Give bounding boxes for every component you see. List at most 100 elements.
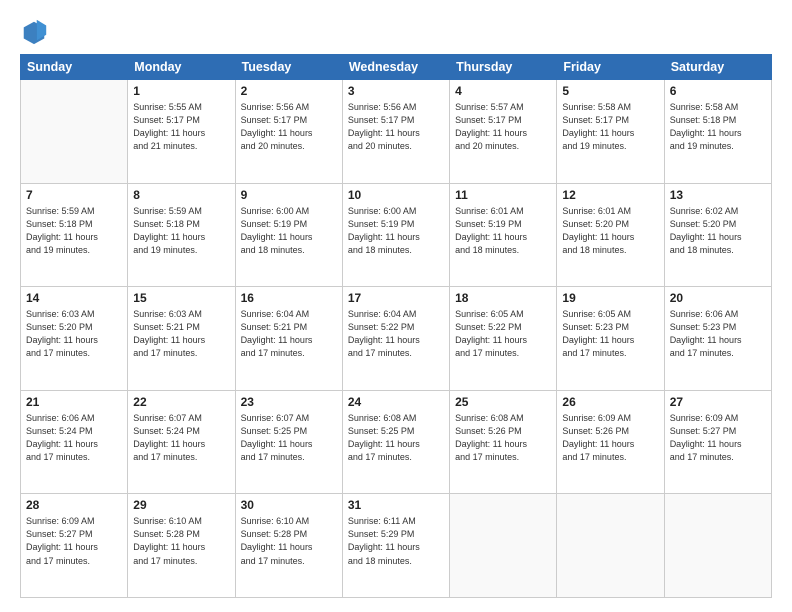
calendar-cell: 7 Sunrise: 5:59 AM Sunset: 5:18 PM Daylig… — [21, 183, 128, 287]
calendar-cell — [21, 80, 128, 184]
day-info: Sunrise: 6:03 AM Sunset: 5:21 PM Dayligh… — [133, 308, 229, 360]
day-info: Sunrise: 6:04 AM Sunset: 5:22 PM Dayligh… — [348, 308, 444, 360]
day-number: 5 — [562, 84, 658, 98]
calendar-cell: 1 Sunrise: 5:55 AM Sunset: 5:17 PM Daylig… — [128, 80, 235, 184]
col-header-monday: Monday — [128, 55, 235, 80]
day-number: 9 — [241, 188, 337, 202]
day-info: Sunrise: 6:09 AM Sunset: 5:27 PM Dayligh… — [26, 515, 122, 567]
day-info: Sunrise: 6:09 AM Sunset: 5:26 PM Dayligh… — [562, 412, 658, 464]
day-number: 24 — [348, 395, 444, 409]
calendar-cell: 26 Sunrise: 6:09 AM Sunset: 5:26 PM Dayli… — [557, 390, 664, 494]
calendar-cell: 4Sunrise: 5:57 AM Sunset: 5:17 PM Daylig… — [450, 80, 557, 184]
day-number: 15 — [133, 291, 229, 305]
calendar-cell: 27 Sunrise: 6:09 AM Sunset: 5:27 PM Dayli… — [664, 390, 771, 494]
day-number: 13 — [670, 188, 766, 202]
day-number: 18 — [455, 291, 551, 305]
day-number: 27 — [670, 395, 766, 409]
day-info: Sunrise: 6:04 AM Sunset: 5:21 PM Dayligh… — [241, 308, 337, 360]
week-row-4: 21 Sunrise: 6:06 AM Sunset: 5:24 PM Dayli… — [21, 390, 772, 494]
col-header-thursday: Thursday — [450, 55, 557, 80]
calendar-cell: 6 Sunrise: 5:58 AM Sunset: 5:18 PM Daylig… — [664, 80, 771, 184]
calendar-cell: 22Sunrise: 6:07 AM Sunset: 5:24 PM Dayli… — [128, 390, 235, 494]
day-info: Sunrise: 6:01 AM Sunset: 5:20 PM Dayligh… — [562, 205, 658, 257]
day-info: Sunrise: 5:59 AM Sunset: 5:18 PM Dayligh… — [26, 205, 122, 257]
day-info: Sunrise: 6:00 AM Sunset: 5:19 PM Dayligh… — [241, 205, 337, 257]
day-number: 1 — [133, 84, 229, 98]
calendar-cell: 9 Sunrise: 6:00 AM Sunset: 5:19 PM Daylig… — [235, 183, 342, 287]
day-number: 29 — [133, 498, 229, 512]
calendar-cell: 14 Sunrise: 6:03 AM Sunset: 5:20 PM Dayli… — [21, 287, 128, 391]
calendar-cell: 18 Sunrise: 6:05 AM Sunset: 5:22 PM Dayli… — [450, 287, 557, 391]
day-number: 19 — [562, 291, 658, 305]
day-number: 6 — [670, 84, 766, 98]
calendar-header-row: SundayMondayTuesdayWednesdayThursdayFrid… — [21, 55, 772, 80]
calendar-cell: 15 Sunrise: 6:03 AM Sunset: 5:21 PM Dayli… — [128, 287, 235, 391]
day-number: 22 — [133, 395, 229, 409]
calendar-cell: 24 Sunrise: 6:08 AM Sunset: 5:25 PM Dayli… — [342, 390, 449, 494]
day-info: Sunrise: 6:00 AM Sunset: 5:19 PM Dayligh… — [348, 205, 444, 257]
col-header-wednesday: Wednesday — [342, 55, 449, 80]
calendar-cell: 25 Sunrise: 6:08 AM Sunset: 5:26 PM Dayli… — [450, 390, 557, 494]
calendar-cell — [450, 494, 557, 598]
day-number: 20 — [670, 291, 766, 305]
calendar-cell: 20 Sunrise: 6:06 AM Sunset: 5:23 PM Dayli… — [664, 287, 771, 391]
calendar-cell: 13 Sunrise: 6:02 AM Sunset: 5:20 PM Dayli… — [664, 183, 771, 287]
calendar-cell: 23 Sunrise: 6:07 AM Sunset: 5:25 PM Dayli… — [235, 390, 342, 494]
day-number: 30 — [241, 498, 337, 512]
calendar-cell: 17 Sunrise: 6:04 AM Sunset: 5:22 PM Dayli… — [342, 287, 449, 391]
day-info: Sunrise: 6:02 AM Sunset: 5:20 PM Dayligh… — [670, 205, 766, 257]
col-header-friday: Friday — [557, 55, 664, 80]
day-info: Sunrise: 5:55 AM Sunset: 5:17 PM Dayligh… — [133, 101, 229, 153]
day-info: Sunrise: 6:01 AM Sunset: 5:19 PM Dayligh… — [455, 205, 551, 257]
day-number: 31 — [348, 498, 444, 512]
day-info: Sunrise: 5:59 AM Sunset: 5:18 PM Dayligh… — [133, 205, 229, 257]
calendar-cell — [557, 494, 664, 598]
day-info: Sunrise: 5:58 AM Sunset: 5:18 PM Dayligh… — [670, 101, 766, 153]
day-info: Sunrise: 6:08 AM Sunset: 5:26 PM Dayligh… — [455, 412, 551, 464]
day-info: Sunrise: 5:57 AM Sunset: 5:17 PM Dayligh… — [455, 101, 551, 153]
header — [20, 18, 772, 46]
day-number: 17 — [348, 291, 444, 305]
week-row-5: 28 Sunrise: 6:09 AM Sunset: 5:27 PM Dayli… — [21, 494, 772, 598]
day-number: 25 — [455, 395, 551, 409]
day-number: 7 — [26, 188, 122, 202]
week-row-1: 1 Sunrise: 5:55 AM Sunset: 5:17 PM Daylig… — [21, 80, 772, 184]
day-number: 8 — [133, 188, 229, 202]
calendar-page: SundayMondayTuesdayWednesdayThursdayFrid… — [0, 0, 792, 612]
day-info: Sunrise: 6:08 AM Sunset: 5:25 PM Dayligh… — [348, 412, 444, 464]
calendar-cell: 10 Sunrise: 6:00 AM Sunset: 5:19 PM Dayli… — [342, 183, 449, 287]
day-info: Sunrise: 6:06 AM Sunset: 5:24 PM Dayligh… — [26, 412, 122, 464]
day-number: 3 — [348, 84, 444, 98]
day-info: Sunrise: 6:05 AM Sunset: 5:23 PM Dayligh… — [562, 308, 658, 360]
calendar-cell: 31 Sunrise: 6:11 AM Sunset: 5:29 PM Dayli… — [342, 494, 449, 598]
calendar-cell: 12Sunrise: 6:01 AM Sunset: 5:20 PM Dayli… — [557, 183, 664, 287]
calendar-cell: 16 Sunrise: 6:04 AM Sunset: 5:21 PM Dayli… — [235, 287, 342, 391]
day-info: Sunrise: 6:09 AM Sunset: 5:27 PM Dayligh… — [670, 412, 766, 464]
calendar-cell: 11Sunrise: 6:01 AM Sunset: 5:19 PM Dayli… — [450, 183, 557, 287]
col-header-sunday: Sunday — [21, 55, 128, 80]
col-header-saturday: Saturday — [664, 55, 771, 80]
day-info: Sunrise: 6:03 AM Sunset: 5:20 PM Dayligh… — [26, 308, 122, 360]
day-info: Sunrise: 6:06 AM Sunset: 5:23 PM Dayligh… — [670, 308, 766, 360]
calendar-cell: 5Sunrise: 5:58 AM Sunset: 5:17 PM Daylig… — [557, 80, 664, 184]
day-number: 14 — [26, 291, 122, 305]
calendar-cell — [664, 494, 771, 598]
day-info: Sunrise: 6:07 AM Sunset: 5:25 PM Dayligh… — [241, 412, 337, 464]
week-row-3: 14 Sunrise: 6:03 AM Sunset: 5:20 PM Dayli… — [21, 287, 772, 391]
calendar-cell: 8 Sunrise: 5:59 AM Sunset: 5:18 PM Daylig… — [128, 183, 235, 287]
day-number: 23 — [241, 395, 337, 409]
day-number: 2 — [241, 84, 337, 98]
calendar-cell: 19 Sunrise: 6:05 AM Sunset: 5:23 PM Dayli… — [557, 287, 664, 391]
col-header-tuesday: Tuesday — [235, 55, 342, 80]
day-info: Sunrise: 6:11 AM Sunset: 5:29 PM Dayligh… — [348, 515, 444, 567]
day-info: Sunrise: 6:05 AM Sunset: 5:22 PM Dayligh… — [455, 308, 551, 360]
day-info: Sunrise: 5:56 AM Sunset: 5:17 PM Dayligh… — [348, 101, 444, 153]
logo-icon — [20, 18, 48, 46]
day-number: 10 — [348, 188, 444, 202]
day-number: 16 — [241, 291, 337, 305]
day-number: 28 — [26, 498, 122, 512]
day-number: 21 — [26, 395, 122, 409]
day-number: 26 — [562, 395, 658, 409]
calendar-cell: 2Sunrise: 5:56 AM Sunset: 5:17 PM Daylig… — [235, 80, 342, 184]
calendar-cell: 3 Sunrise: 5:56 AM Sunset: 5:17 PM Daylig… — [342, 80, 449, 184]
